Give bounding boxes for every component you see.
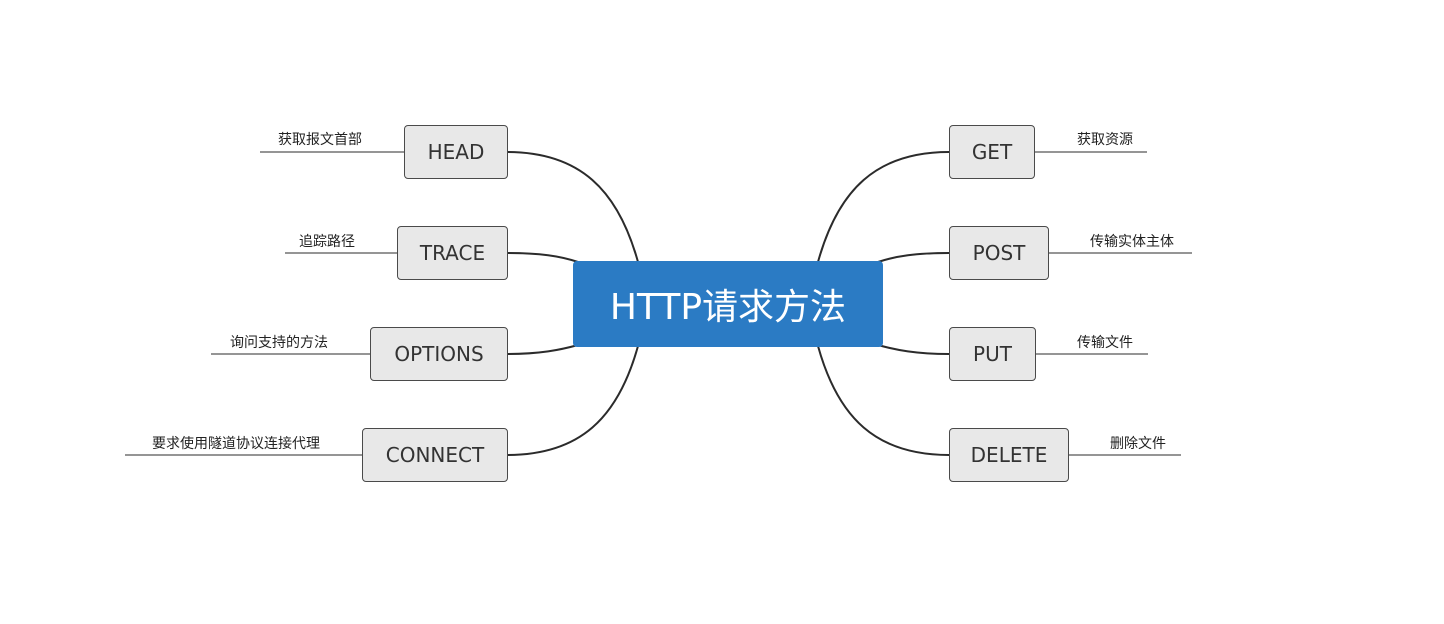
method-node-head[interactable]: HEAD bbox=[404, 125, 508, 179]
link-get bbox=[817, 151, 950, 263]
link-connect bbox=[506, 345, 639, 456]
link-head bbox=[506, 151, 639, 263]
central-topic-label: HTTP请求方法 bbox=[609, 287, 847, 328]
method-label: GET bbox=[971, 140, 1013, 164]
link-post bbox=[877, 252, 950, 263]
method-label: TRACE bbox=[419, 241, 486, 265]
method-label: CONNECT bbox=[385, 443, 485, 467]
method-description-post: 传输实体主体 bbox=[1090, 234, 1174, 250]
link-options bbox=[506, 344, 579, 355]
method-description-connect: 要求使用隧道协议连接代理 bbox=[152, 436, 320, 452]
link-trace bbox=[506, 252, 579, 263]
method-description-put: 传输文件 bbox=[1077, 335, 1133, 351]
method-node-delete[interactable]: DELETE bbox=[949, 428, 1069, 482]
method-label: DELETE bbox=[970, 443, 1048, 467]
method-node-trace[interactable]: TRACE bbox=[397, 226, 508, 280]
link-put bbox=[877, 344, 950, 355]
method-label: POST bbox=[972, 241, 1026, 265]
method-label: OPTIONS bbox=[394, 342, 484, 366]
method-description-head: 获取报文首部 bbox=[278, 132, 362, 148]
method-label: PUT bbox=[973, 342, 1012, 366]
method-description-delete: 删除文件 bbox=[1110, 436, 1166, 452]
link-delete bbox=[817, 345, 950, 456]
method-node-connect[interactable]: CONNECT bbox=[362, 428, 508, 482]
method-label: HEAD bbox=[427, 140, 485, 164]
method-node-options[interactable]: OPTIONS bbox=[370, 327, 508, 381]
mind-map: HTTP请求方法 HEAD TRACE OPTIONS CONNECT GET … bbox=[0, 0, 1444, 620]
central-topic[interactable]: HTTP请求方法 bbox=[573, 261, 883, 347]
method-node-put[interactable]: PUT bbox=[949, 327, 1036, 381]
method-description-options: 询问支持的方法 bbox=[230, 335, 328, 351]
method-description-trace: 追踪路径 bbox=[299, 234, 355, 250]
method-node-get[interactable]: GET bbox=[949, 125, 1035, 179]
method-node-post[interactable]: POST bbox=[949, 226, 1049, 280]
method-description-get: 获取资源 bbox=[1077, 132, 1133, 148]
